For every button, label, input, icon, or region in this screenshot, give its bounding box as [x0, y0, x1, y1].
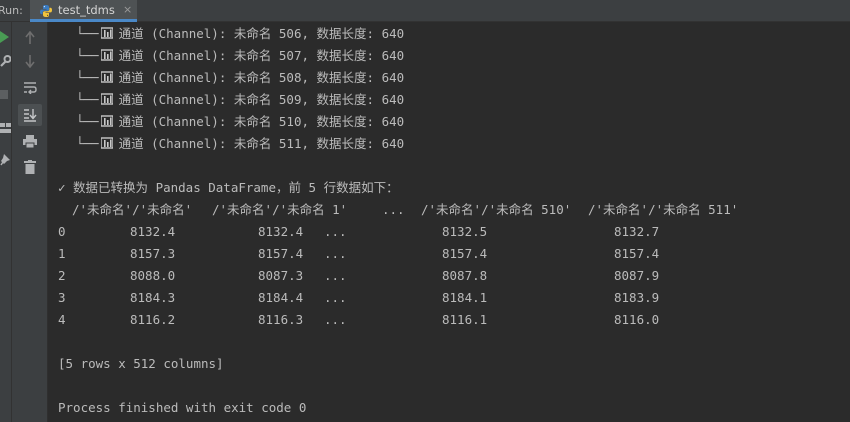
table-cell: 8116.3: [258, 312, 304, 327]
scroll-to-end-button[interactable]: [18, 104, 42, 126]
row-index: 3: [58, 290, 66, 305]
tree-branch: └──: [76, 114, 99, 129]
channel-text: 通道 (Channel): 未命名 507, 数据长度: 640: [118, 48, 405, 63]
arrow-up-icon[interactable]: [25, 31, 35, 44]
table-cell: 8157.4: [258, 246, 304, 261]
table-cell: 8183.9: [614, 290, 660, 305]
column-header: /'未命名'/'未命名 510': [421, 202, 572, 217]
table-cell: 8184.1: [442, 290, 488, 305]
run-label: Run:: [0, 4, 23, 17]
channel-text: 通道 (Channel): 未命名 511, 数据长度: 640: [118, 136, 405, 151]
stop-icon[interactable]: [0, 90, 8, 99]
layout-icon[interactable]: [0, 123, 11, 133]
row-index: 1: [58, 246, 66, 261]
exit-message: Process finished with exit code 0: [58, 400, 307, 415]
channel-text: 通道 (Channel): 未命名 509, 数据长度: 640: [118, 92, 405, 107]
table-cell: ...: [324, 268, 347, 283]
tab-label: test_tdms: [58, 3, 115, 17]
channel-icon: [100, 27, 113, 39]
table-cell: 8087.3: [258, 268, 304, 283]
tree-branch: └──: [76, 70, 99, 85]
console-toolbar: [12, 22, 48, 422]
channel-icon: [100, 93, 113, 105]
table-cell: 8132.5: [442, 224, 488, 239]
dataframe-row: 1 8157.3 8157.4... 8157.4 8157.4: [48, 244, 848, 264]
table-cell: 8087.9: [614, 268, 660, 283]
table-cell: 8157.4: [614, 246, 660, 261]
channel-text: 通道 (Channel): 未命名 510, 数据长度: 640: [118, 114, 405, 129]
table-cell: 8116.2: [130, 312, 176, 327]
dataframe-shape: [5 rows x 512 columns]: [58, 356, 224, 371]
table-cell: 8157.3: [130, 246, 176, 261]
tree-branch: └──: [76, 92, 99, 107]
trash-icon[interactable]: [24, 160, 36, 174]
tab-test-tdms[interactable]: test_tdms ×: [30, 0, 137, 22]
channel-line: └── 通道 (Channel): 未命名 508, 数据长度: 640: [76, 68, 404, 88]
table-cell: ...: [324, 224, 347, 239]
dataframe-row: 3 8184.3 8184.4... 8184.1 8183.9: [48, 288, 848, 308]
dataframe-row: 4 8116.2 8116.3... 8116.1 8116.0: [48, 310, 848, 330]
channel-icon: [100, 49, 113, 61]
channel-text: 通道 (Channel): 未命名 506, 数据长度: 640: [118, 26, 405, 41]
channel-line: └── 通道 (Channel): 未命名 506, 数据长度: 640: [76, 24, 404, 44]
row-index: 0: [58, 224, 66, 239]
channel-icon: [100, 115, 113, 127]
channel-line: └── 通道 (Channel): 未命名 510, 数据长度: 640: [76, 112, 404, 132]
table-cell: 8157.4: [442, 246, 488, 261]
wrench-icon[interactable]: [0, 55, 11, 67]
column-header: /'未命名'/'未命名 511': [588, 202, 739, 217]
channel-icon: [100, 137, 113, 149]
table-cell: 8087.8: [442, 268, 488, 283]
channel-icon: [100, 71, 113, 83]
tree-branch: └──: [76, 48, 99, 63]
channel-text: 通道 (Channel): 未命名 508, 数据长度: 640: [118, 70, 405, 85]
scroll-to-end-icon: [24, 109, 37, 122]
row-index: 4: [58, 312, 66, 327]
arrow-down-icon[interactable]: [25, 55, 35, 68]
table-cell: 8116.0: [614, 312, 660, 327]
column-header: /'未命名'/'未命名 1': [212, 202, 348, 217]
conversion-message: ✓ 数据已转换为 Pandas DataFrame，前 5 行数据如下：: [58, 180, 399, 195]
left-action-strip: [0, 22, 12, 422]
dataframe-header: /'未命名'/'未命名' /'未命名'/'未命名 1'... /'未命名'/'未命名…: [48, 200, 848, 220]
tree-branch: └──: [76, 136, 99, 151]
tree-branch: └──: [76, 26, 99, 41]
channel-line: └── 通道 (Channel): 未命名 509, 数据长度: 640: [76, 90, 404, 110]
dataframe-row: 0 8132.4 8132.4... 8132.5 8132.7: [48, 222, 848, 242]
table-cell: 8184.3: [130, 290, 176, 305]
channel-line: └── 通道 (Channel): 未命名 507, 数据长度: 640: [76, 46, 404, 66]
table-cell: ...: [324, 312, 347, 327]
row-index: 2: [58, 268, 66, 283]
column-header: /'未命名'/'未命名': [72, 202, 193, 217]
pin-icon[interactable]: [0, 154, 11, 166]
table-cell: 8132.7: [614, 224, 660, 239]
run-icon[interactable]: [0, 31, 9, 43]
dataframe-row: 2 8088.0 8087.3... 8087.8 8087.9: [48, 266, 848, 286]
table-cell: 8184.4: [258, 290, 304, 305]
print-icon[interactable]: [23, 135, 37, 148]
table-cell: 8116.1: [442, 312, 488, 327]
table-cell: 8088.0: [130, 268, 176, 283]
console-output[interactable]: └── 通道 (Channel): 未命名 506, 数据长度: 640 └── 通道…: [48, 22, 850, 422]
close-icon[interactable]: ×: [123, 0, 132, 20]
run-tool-window-header: Run: test_tdms ×: [0, 0, 850, 22]
table-cell: 8132.4: [258, 224, 304, 239]
column-header: ...: [382, 202, 405, 217]
table-cell: ...: [324, 290, 347, 305]
soft-wrap-icon[interactable]: [23, 81, 37, 94]
table-cell: 8132.4: [130, 224, 176, 239]
channel-line: └── 通道 (Channel): 未命名 511, 数据长度: 640: [76, 134, 404, 154]
python-icon: [40, 5, 52, 17]
table-cell: ...: [324, 246, 347, 261]
